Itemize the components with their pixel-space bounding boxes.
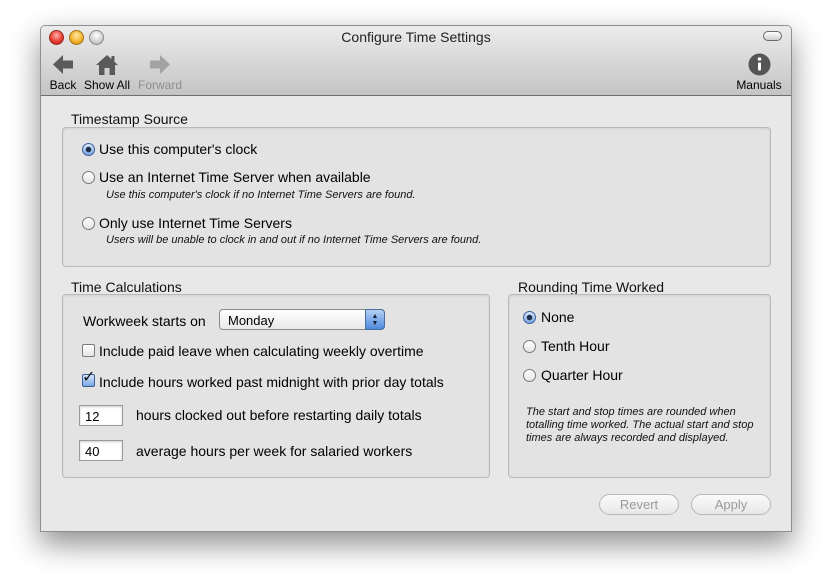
rounding-title: Rounding Time Worked <box>518 279 665 295</box>
back-arrow-icon <box>53 55 73 74</box>
time-calculations-title: Time Calculations <box>71 279 182 295</box>
radio-internet-when-available[interactable] <box>82 171 95 184</box>
rounding-none-label[interactable]: None <box>541 309 574 325</box>
workweek-value: Monday <box>228 313 275 328</box>
paid-leave-label[interactable]: Include paid leave when calculating week… <box>99 343 424 359</box>
forward-label: Forward <box>137 78 182 92</box>
show-all-label: Show All <box>83 78 131 92</box>
back-label: Back <box>49 78 77 92</box>
show-all-button[interactable]: Show All <box>82 52 132 92</box>
radio-rounding-quarter-hour[interactable] <box>523 369 536 382</box>
title-toolbar: Configure Time Settings Back Show All Fo… <box>41 26 791 96</box>
salaried-hours-field[interactable]: 40 <box>79 440 123 461</box>
apply-button[interactable]: Apply <box>691 494 771 515</box>
radio-computer-clock[interactable] <box>82 143 95 156</box>
back-button[interactable]: Back <box>47 52 79 92</box>
rounding-note: The start and stop times are rounded whe… <box>526 406 754 444</box>
manuals-label: Manuals <box>736 78 782 92</box>
option-internet-when-available-note: Use this computer's clock if no Internet… <box>106 189 416 201</box>
option-internet-when-available-label[interactable]: Use an Internet Time Server when availab… <box>99 169 371 185</box>
checkmark-icon: ✓ <box>82 369 96 386</box>
timestamp-source-title: Timestamp Source <box>71 111 188 127</box>
home-icon <box>96 55 118 75</box>
radio-rounding-tenth-hour[interactable] <box>523 340 536 353</box>
workweek-select[interactable]: Monday ▲ ▼ <box>219 309 385 330</box>
clocked-out-hours-label: hours clocked out before restarting dail… <box>136 407 422 423</box>
radio-rounding-none[interactable] <box>523 311 536 324</box>
revert-button[interactable]: Revert <box>599 494 679 515</box>
stepper-arrows-icon: ▲ ▼ <box>365 309 385 330</box>
option-computer-clock-label[interactable]: Use this computer's clock <box>99 141 257 157</box>
info-icon <box>748 53 770 76</box>
past-midnight-label[interactable]: Include hours worked past midnight with … <box>99 374 444 390</box>
option-only-internet-note: Users will be unable to clock in and out… <box>106 234 482 246</box>
clocked-out-hours-field[interactable]: 12 <box>79 405 123 426</box>
workweek-label: Workweek starts on <box>83 313 206 329</box>
option-only-internet-label[interactable]: Only use Internet Time Servers <box>99 215 292 231</box>
forward-button[interactable]: Forward <box>137 52 183 92</box>
forward-arrow-icon <box>150 55 170 74</box>
past-midnight-checkbox[interactable]: ✓ <box>82 370 95 387</box>
radio-only-internet[interactable] <box>82 217 95 230</box>
paid-leave-checkbox[interactable] <box>82 344 95 357</box>
rounding-quarter-hour-label[interactable]: Quarter Hour <box>541 367 623 383</box>
window-title: Configure Time Settings <box>341 29 491 45</box>
rounding-tenth-hour-label[interactable]: Tenth Hour <box>541 338 609 354</box>
preferences-window: Configure Time Settings Back Show All Fo… <box>40 25 792 532</box>
toolbar-toggle-button[interactable] <box>763 31 782 41</box>
manuals-button[interactable]: Manuals <box>734 52 784 92</box>
salaried-hours-label: average hours per week for salaried work… <box>136 443 413 459</box>
